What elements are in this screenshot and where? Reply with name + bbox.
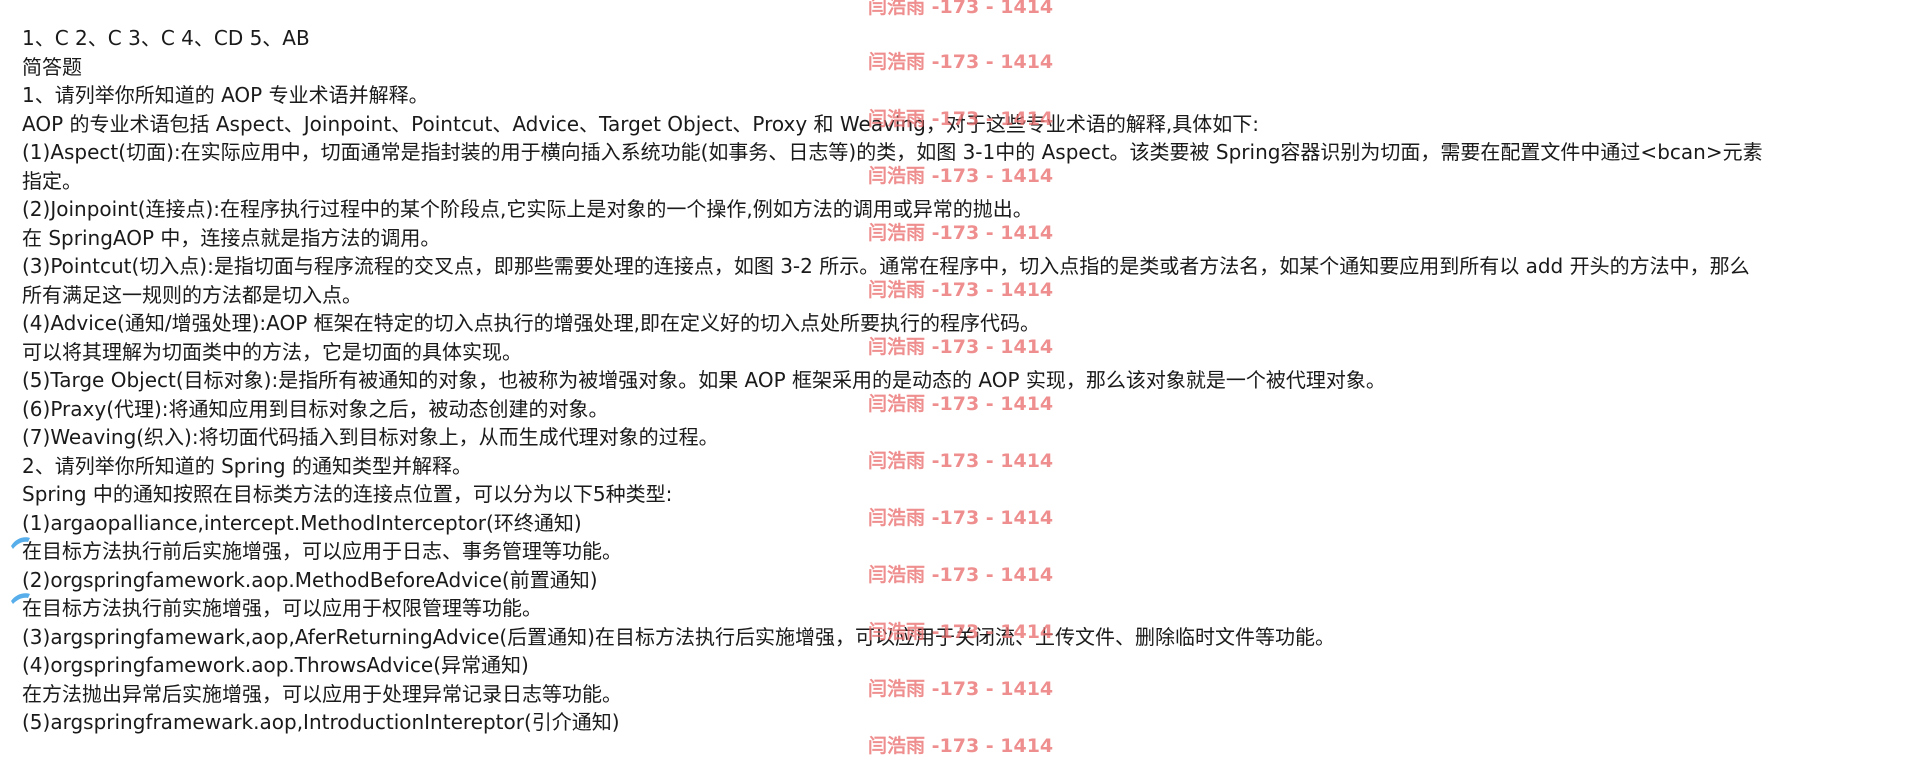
paragraph-line: AOP 的专业术语包括 Aspect、Joinpoint、Pointcut、Ad… bbox=[22, 111, 1259, 136]
paragraph-line: (2)orgspringfamework.aop.MethodBeforeAdv… bbox=[22, 567, 598, 592]
paragraph-line: 在目标方法执行前后实施增强，可以应用于日志、事务管理等功能。 bbox=[22, 539, 622, 563]
question-1: 1、请列举你所知道的 AOP 专业术语并解释。 bbox=[22, 83, 429, 107]
paragraph-line: (4)orgspringfamework.aop.ThrowsAdvice(异常… bbox=[22, 653, 529, 677]
paragraph-line: (2)Joinpoint(连接点):在程序执行过程中的某个阶段点,它实际上是对象… bbox=[22, 197, 1033, 221]
paragraph-line: 所有满足这一规则的方法都是切入点。 bbox=[22, 282, 362, 307]
pen-highlight-mark bbox=[11, 537, 30, 549]
paragraph-line: 指定。 bbox=[22, 168, 82, 193]
paragraph-line: (7)Weaving(织入):将切面代码插入到目标对象上，从而生成代理对象的过程… bbox=[22, 425, 719, 449]
paragraph-line: 在目标方法执行前实施增强，可以应用于权限管理等功能。 bbox=[22, 596, 542, 620]
paragraph-line: (6)Praxy(代理):将通知应用到目标对象之后，被动态创建的对象。 bbox=[22, 396, 609, 421]
document-body: 1、C 2、C 3、C 4、CD 5、AB 简答题 1、请列举你所知道的 AOP… bbox=[22, 24, 1912, 737]
paragraph-line: 在 SpringAOP 中，连接点就是指方法的调用。 bbox=[22, 225, 441, 250]
watermark-text: 闫浩雨 -173 - 1414 bbox=[868, 0, 1054, 18]
paragraph-line: Spring 中的通知按照在目标类方法的连接点位置，可以分为以下5种类型: bbox=[22, 482, 673, 506]
section-heading: 简答题 bbox=[22, 54, 82, 79]
answer-key-line: 1、C 2、C 3、C 4、CD 5、AB bbox=[22, 26, 310, 50]
paragraph-line: (3)argspringfamewark,aop,AferReturningAd… bbox=[22, 624, 1335, 649]
pen-highlight-mark bbox=[11, 593, 30, 604]
question-2: 2、请列举你所知道的 Spring 的通知类型并解释。 bbox=[22, 453, 472, 478]
paragraph-line: (3)Pointcut(切入点):是指切面与程序流程的交叉点，即那些需要处理的连… bbox=[22, 254, 1750, 278]
paragraph-line: 在方法抛出异常后实施增强，可以应用于处理异常记录日志等功能。 bbox=[22, 681, 622, 706]
paragraph-line: (4)Advice(通知/增强处理):AOP 框架在特定的切入点执行的增强处理,… bbox=[22, 311, 1040, 335]
paragraph-line: (1)Aspect(切面):在实际应用中，切面通常是指封装的用于横向插入系统功能… bbox=[22, 140, 1763, 164]
paragraph-line: (5)Targe Object(目标对象):是指所有被通知的对象，也被称为被增强… bbox=[22, 368, 1386, 392]
paragraph-line: 可以将其理解为切面类中的方法，它是切面的具体实现。 bbox=[22, 339, 522, 364]
paragraph-line: (1)argaopalliance,intercept.MethodInterc… bbox=[22, 510, 582, 535]
paragraph-line: (5)argspringframewark.aop,IntroductionIn… bbox=[22, 710, 620, 734]
